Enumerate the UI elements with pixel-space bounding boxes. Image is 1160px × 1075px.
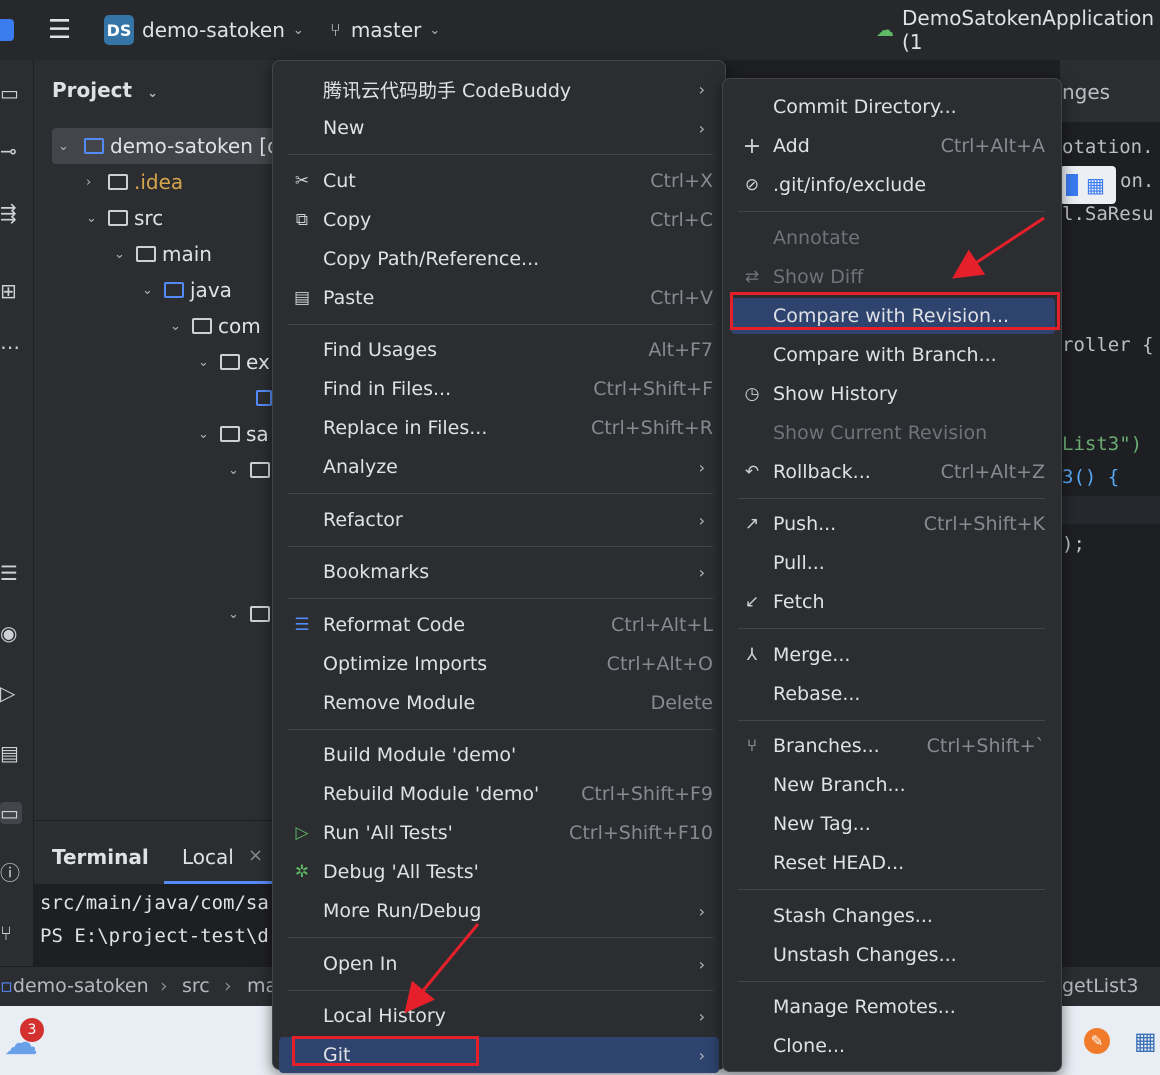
annotation-arrow [951, 216, 1045, 279]
annotation-arrows [404, 216, 1045, 1014]
annotation-arrow [404, 923, 480, 1014]
